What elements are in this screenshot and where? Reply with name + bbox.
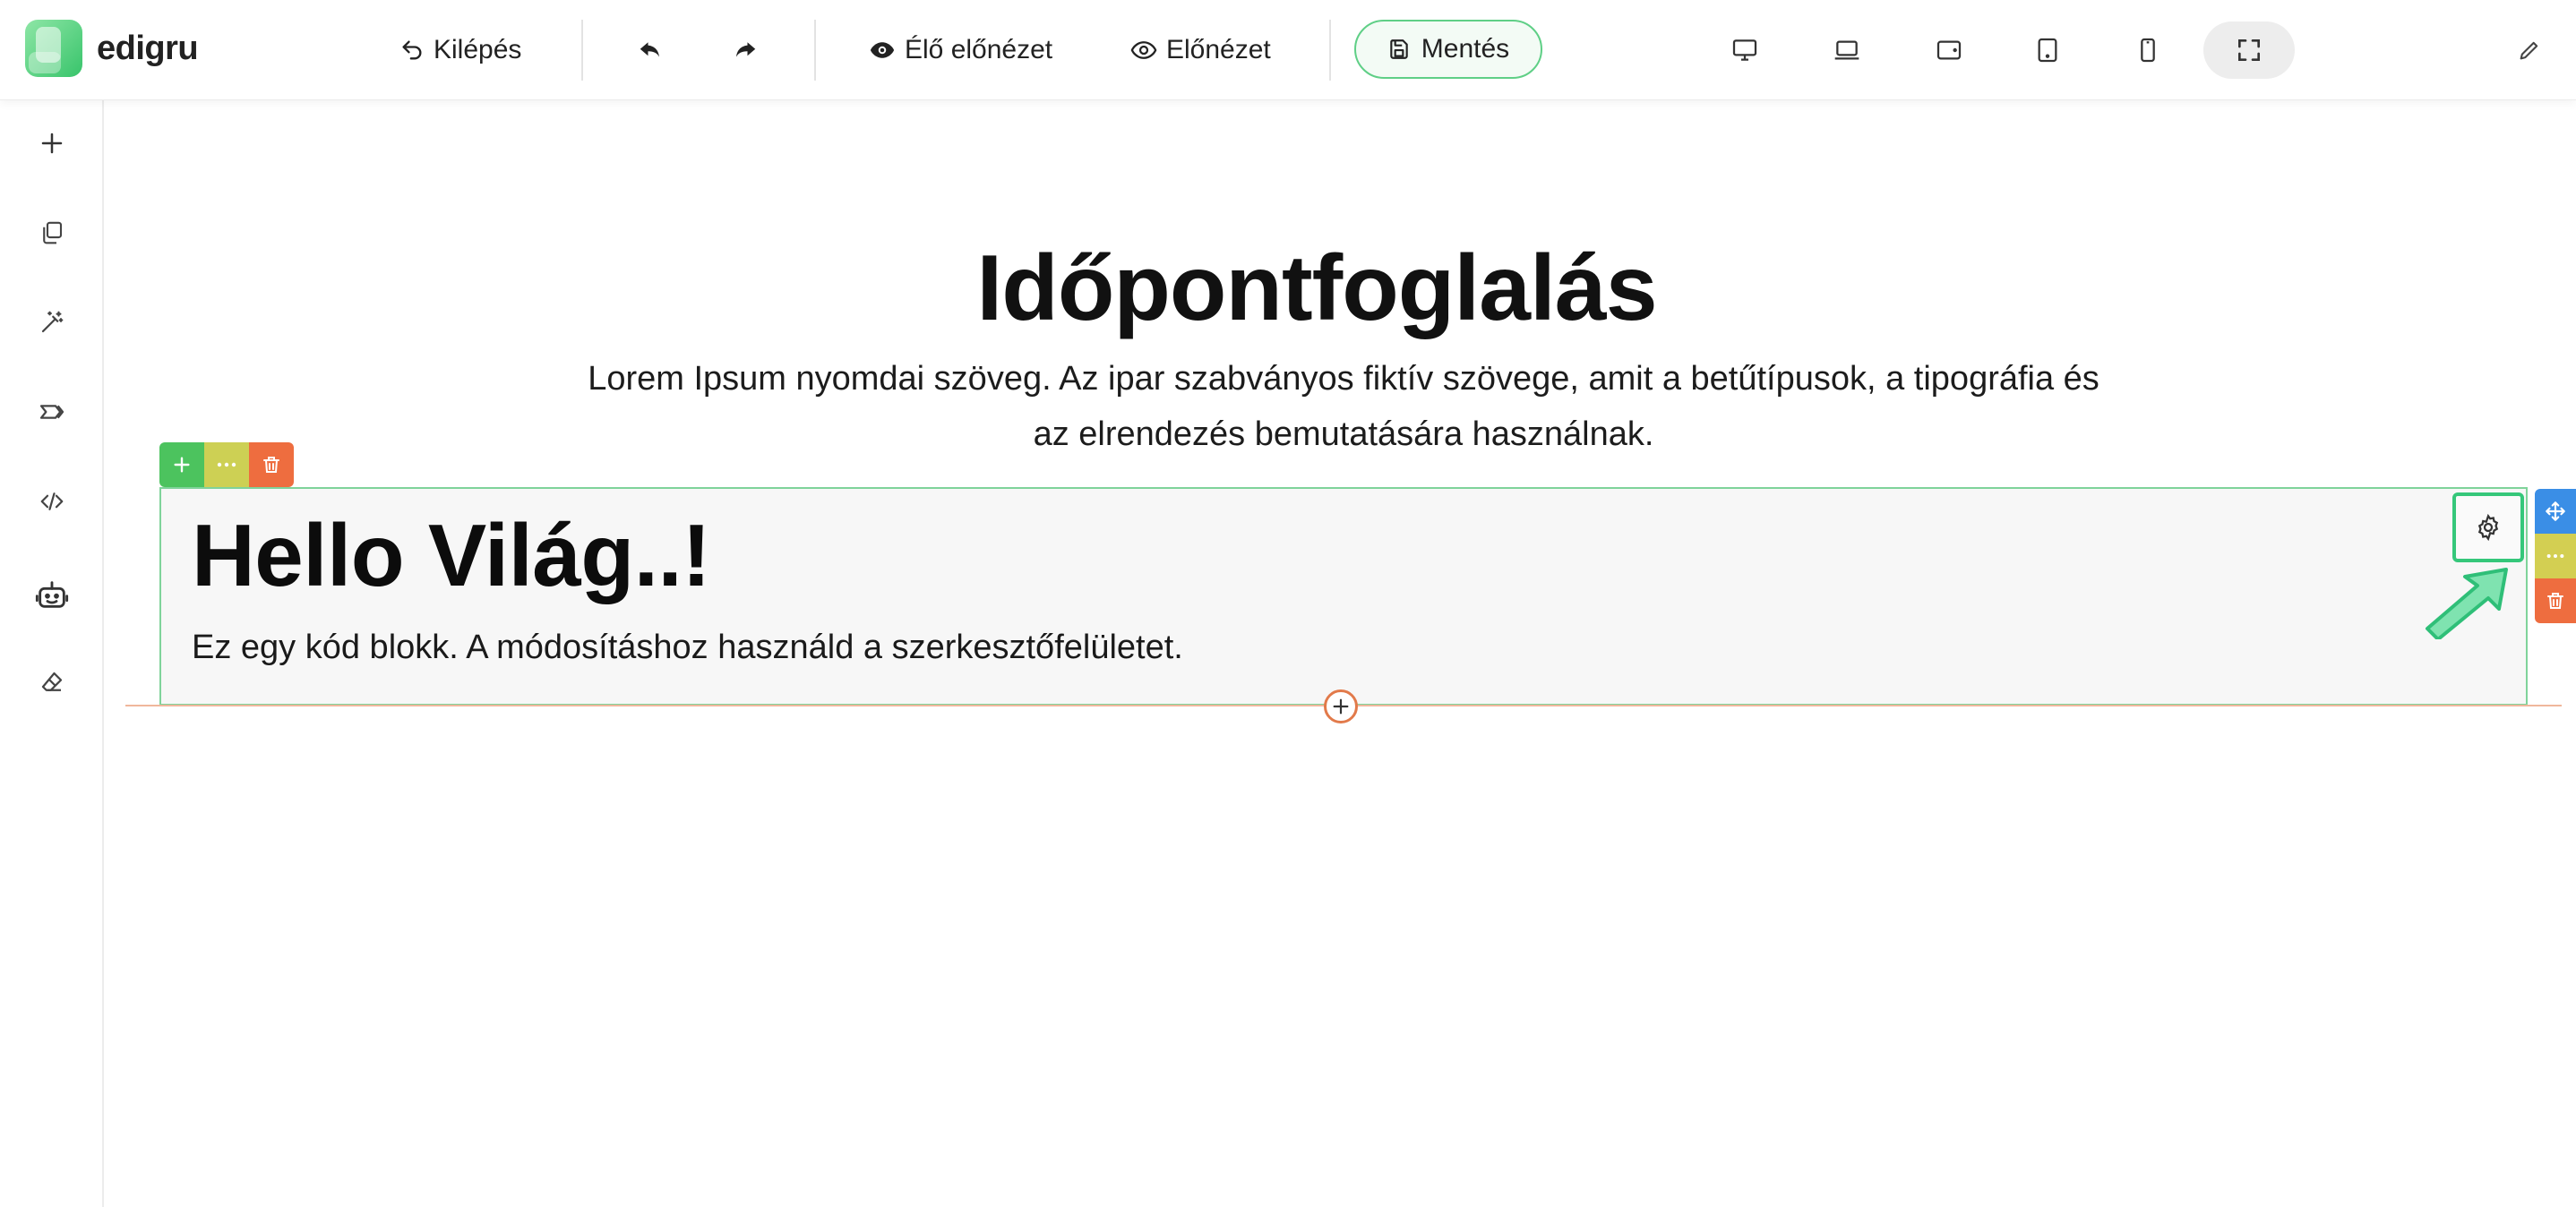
device-tablet-portrait-button[interactable] <box>2019 21 2076 79</box>
left-sidebar <box>0 100 104 1207</box>
device-mobile-button[interactable] <box>2119 21 2177 79</box>
logo-icon <box>25 20 82 77</box>
device-tablet-landscape-button[interactable] <box>1920 21 1978 79</box>
eraser-icon <box>41 672 63 691</box>
desktop-icon <box>1732 39 1757 61</box>
more-dots-icon <box>2546 553 2564 559</box>
insert-block-button[interactable] <box>1324 689 1358 723</box>
copy-pages-icon <box>43 221 63 244</box>
plus-icon <box>1333 698 1349 715</box>
page-title[interactable]: Időpontfoglalás <box>104 231 2529 346</box>
delete-block-button[interactable] <box>249 442 294 487</box>
save-label: Mentés <box>1421 34 1510 64</box>
preview-label: Előnézet <box>1166 35 1271 64</box>
save-disk-icon <box>1390 39 1408 59</box>
code-icon <box>40 492 64 510</box>
pointer-arrow-icon <box>2426 568 2508 639</box>
plus-icon <box>41 133 63 154</box>
more-dots-icon <box>217 462 236 467</box>
brand-logo[interactable]: edigru <box>25 20 199 77</box>
code-block-text[interactable]: Ez egy kód blokk. A módosításhoz használ… <box>192 625 1183 670</box>
layers-chevrons-icon <box>39 405 64 419</box>
robot-icon <box>35 581 69 608</box>
gear-icon <box>2477 513 2499 542</box>
page-subtitle[interactable]: Lorem Ipsum nyomdai szöveg. Az ipar szab… <box>573 351 2114 462</box>
live-preview-button[interactable]: Élő előnézet <box>869 21 1052 79</box>
ai-assistant-button[interactable] <box>23 566 81 623</box>
block-options-button[interactable] <box>2535 534 2576 578</box>
code-block[interactable]: Hello Világ..! Ez egy kód blokk. A módos… <box>159 487 2528 706</box>
block-toolbar <box>159 442 294 487</box>
redo-button[interactable] <box>717 21 774 79</box>
brand-name: edigru <box>97 29 199 67</box>
remove-block-button[interactable] <box>2535 578 2576 623</box>
toolbar-divider <box>814 20 816 81</box>
pages-button[interactable] <box>23 204 81 261</box>
exit-arrow-icon <box>402 40 422 60</box>
top-toolbar: edigru Kilépés Élő előnézet Előnézet Men… <box>0 0 2576 100</box>
code-block-heading[interactable]: Hello Világ..! <box>192 501 711 609</box>
move-arrows-icon <box>2546 501 2565 521</box>
device-laptop-button[interactable] <box>1818 21 1876 79</box>
toolbar-divider <box>581 20 583 81</box>
eye-icon <box>1130 41 1157 59</box>
add-block-button[interactable] <box>159 442 204 487</box>
code-button[interactable] <box>23 473 81 530</box>
move-block-button[interactable] <box>2535 489 2576 534</box>
device-desktop-button[interactable] <box>1716 21 1773 79</box>
preview-button[interactable]: Előnézet <box>1130 21 1271 79</box>
tablet-landscape-icon <box>1936 40 1962 60</box>
eye-filled-icon <box>870 42 895 58</box>
fullscreen-button[interactable] <box>2203 21 2295 79</box>
trash-icon <box>2547 593 2563 609</box>
layers-button[interactable] <box>23 383 81 441</box>
add-element-button[interactable] <box>23 115 81 172</box>
undo-button[interactable] <box>622 21 679 79</box>
block-side-tools <box>2535 489 2576 623</box>
plus-icon <box>174 457 190 473</box>
redo-icon <box>736 42 756 57</box>
magic-button[interactable] <box>23 294 81 351</box>
trash-icon <box>263 457 279 473</box>
eraser-button[interactable] <box>23 654 81 711</box>
edit-pencil-button[interactable] <box>2501 21 2558 79</box>
tablet-portrait-icon <box>2038 38 2057 63</box>
live-preview-label: Élő előnézet <box>905 35 1053 64</box>
fullscreen-icon <box>2238 39 2260 61</box>
mobile-icon <box>2141 38 2155 63</box>
laptop-icon <box>1834 40 1859 60</box>
magic-wand-icon <box>41 311 64 333</box>
exit-button[interactable]: Kilépés <box>399 21 521 79</box>
block-more-button[interactable] <box>204 442 249 487</box>
undo-icon <box>640 42 659 57</box>
block-settings-button[interactable] <box>2452 492 2524 562</box>
save-button[interactable]: Mentés <box>1354 20 1542 79</box>
pencil-icon <box>2520 41 2538 60</box>
toolbar-divider <box>1329 20 1331 81</box>
exit-label: Kilépés <box>434 35 522 64</box>
